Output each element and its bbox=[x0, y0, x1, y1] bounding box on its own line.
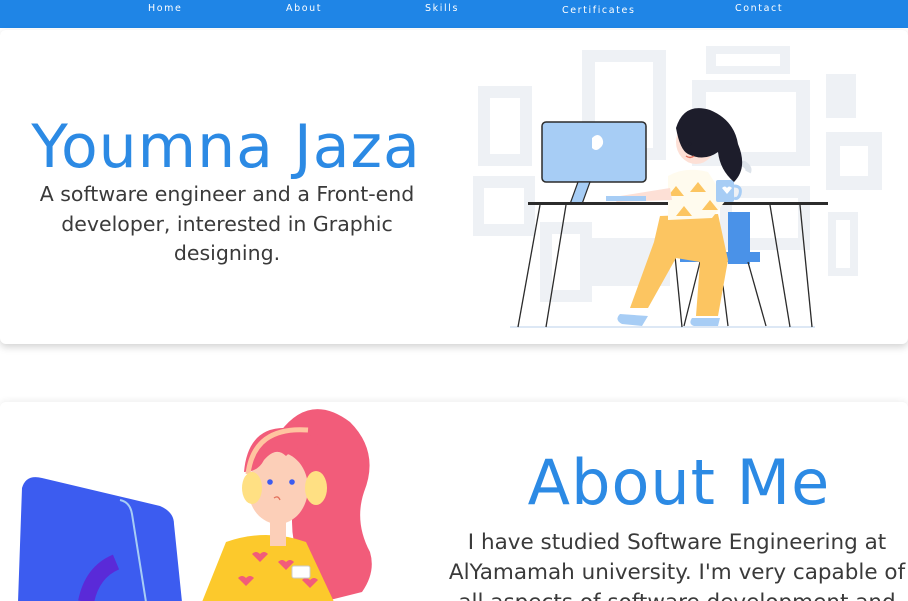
about-title: About Me bbox=[527, 446, 831, 519]
top-navbar: Home About Skills Certificates Contact bbox=[0, 0, 908, 28]
hero-section: Youmna Jaza A software engineer and a Fr… bbox=[0, 30, 908, 344]
nav-link-contact[interactable]: Contact bbox=[735, 3, 783, 14]
hero-name: Youmna Jaza bbox=[31, 112, 421, 182]
nav-link-about[interactable]: About bbox=[286, 3, 322, 14]
hero-tagline: A software engineer and a Front-end deve… bbox=[39, 182, 415, 266]
nav-link-skills[interactable]: Skills bbox=[425, 3, 459, 14]
nav-link-home[interactable]: Home bbox=[148, 3, 182, 14]
nav-link-certificates[interactable]: Certificates bbox=[562, 5, 636, 16]
girl-with-headphones-illustration bbox=[18, 409, 372, 601]
about-description: I have studied Software Engineering at A… bbox=[448, 530, 906, 601]
about-section: About Me I have studied Software Enginee… bbox=[0, 402, 908, 601]
woman-at-desk-illustration bbox=[473, 46, 882, 328]
